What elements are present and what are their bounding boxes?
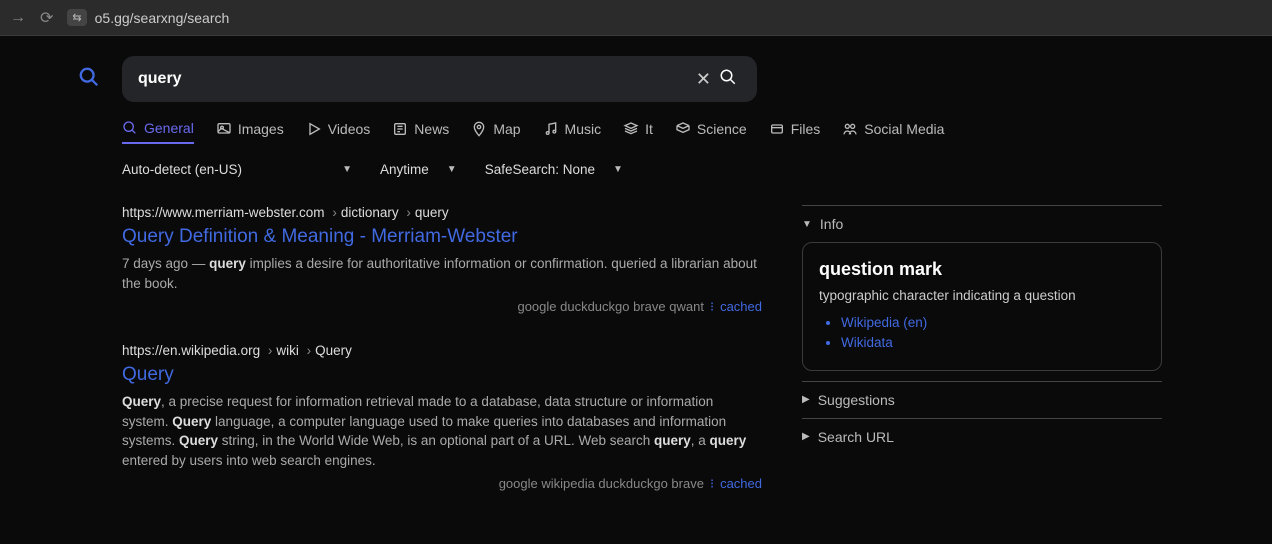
tab-social[interactable]: Social Media <box>842 121 944 143</box>
sidebar-info-header[interactable]: ▼ Info <box>802 216 1162 232</box>
search-box: ✕ <box>122 56 757 102</box>
tab-map[interactable]: Map <box>471 121 520 143</box>
search-result: https://en.wikipedia.org ›wiki ›Query Qu… <box>122 343 762 492</box>
sidebar-label: Search URL <box>818 429 894 445</box>
tab-label: General <box>144 120 194 136</box>
clear-icon[interactable]: ✕ <box>692 65 715 94</box>
sidebar-searchurl-header[interactable]: ▶ Search URL <box>802 429 1162 445</box>
sidebar-info: ▼ Info question mark typographic charact… <box>802 205 1162 381</box>
result-snippet: 7 days ago — query implies a desire for … <box>122 254 762 293</box>
infobox: question mark typographic character indi… <box>802 242 1162 371</box>
result-breadcrumb[interactable]: https://www.merriam-webster.com ›diction… <box>122 205 762 220</box>
search-result: https://www.merriam-webster.com ›diction… <box>122 205 762 315</box>
sidebar-searchurl: ▶ Search URL <box>802 418 1162 455</box>
browser-chrome: → ⟳ ⇆ o5.gg/searxng/search <box>0 0 1272 36</box>
infobox-link[interactable]: Wikidata <box>841 333 1145 353</box>
triangle-right-icon: ▶ <box>802 431 810 442</box>
tab-it[interactable]: It <box>623 121 653 143</box>
filter-time[interactable]: Anytime ▼ <box>380 162 457 177</box>
more-icon[interactable]: ⁝ <box>710 299 714 314</box>
tab-music[interactable]: Music <box>543 121 602 143</box>
tab-label: Science <box>697 121 747 137</box>
result-snippet: Query, a precise request for information… <box>122 392 762 470</box>
results-list: https://www.merriam-webster.com ›diction… <box>122 205 762 520</box>
url-text: o5.gg/searxng/search <box>95 10 230 26</box>
filter-safesearch[interactable]: SafeSearch: None ▼ <box>485 162 623 177</box>
search-input[interactable] <box>138 70 692 88</box>
result-title[interactable]: Query Definition & Meaning - Merriam-Web… <box>122 226 762 248</box>
more-icon[interactable]: ⁝ <box>710 476 714 491</box>
forward-icon[interactable]: → <box>10 9 26 27</box>
result-title[interactable]: Query <box>122 364 762 386</box>
tab-label: Social Media <box>864 121 944 137</box>
cached-link[interactable]: cached <box>720 299 762 314</box>
site-info-icon[interactable]: ⇆ <box>67 9 86 26</box>
result-engines: google duckduckgo brave qwant⁝cached <box>122 299 762 315</box>
tab-label: News <box>414 121 449 137</box>
tab-label: Images <box>238 121 284 137</box>
triangle-down-icon: ▼ <box>802 219 812 230</box>
filter-label: SafeSearch: None <box>485 162 595 177</box>
tab-label: Files <box>791 121 821 137</box>
url-bar[interactable]: ⇆ o5.gg/searxng/search <box>67 9 1262 26</box>
cached-link[interactable]: cached <box>720 476 762 491</box>
infobox-links: Wikipedia (en) Wikidata <box>841 313 1145 354</box>
result-engines: google wikipedia duckduckgo brave⁝cached <box>122 476 762 492</box>
filters: Auto-detect (en-US) ▼ Anytime ▼ SafeSear… <box>122 162 1182 177</box>
tab-news[interactable]: News <box>392 121 449 143</box>
chevron-down-icon: ▼ <box>447 164 457 175</box>
tab-label: Map <box>493 121 520 137</box>
chevron-down-icon: ▼ <box>342 164 352 175</box>
infobox-title: question mark <box>819 259 1145 280</box>
sidebar-suggestions-header[interactable]: ▶ Suggestions <box>802 392 1162 408</box>
filter-language[interactable]: Auto-detect (en-US) ▼ <box>122 162 352 177</box>
tab-general[interactable]: General <box>122 120 194 144</box>
sidebar-label: Suggestions <box>818 392 895 408</box>
page: ✕ General Images Videos News <box>0 36 1272 544</box>
triangle-right-icon: ▶ <box>802 394 810 405</box>
tab-science[interactable]: Science <box>675 121 747 143</box>
result-breadcrumb[interactable]: https://en.wikipedia.org ›wiki ›Query <box>122 343 762 358</box>
tab-label: It <box>645 121 653 137</box>
infobox-link[interactable]: Wikipedia (en) <box>841 313 1145 333</box>
tab-files[interactable]: Files <box>769 121 821 143</box>
filter-label: Anytime <box>380 162 429 177</box>
tab-label: Music <box>565 121 602 137</box>
sidebar: ▼ Info question mark typographic charact… <box>802 205 1162 520</box>
chevron-down-icon: ▼ <box>613 164 623 175</box>
filter-label: Auto-detect (en-US) <box>122 162 242 177</box>
tab-images[interactable]: Images <box>216 121 284 143</box>
tab-videos[interactable]: Videos <box>306 121 371 143</box>
infobox-desc: typographic character indicating a quest… <box>819 288 1145 303</box>
site-logo[interactable] <box>78 66 100 91</box>
sidebar-suggestions: ▶ Suggestions <box>802 381 1162 418</box>
tab-label: Videos <box>328 121 371 137</box>
reload-icon[interactable]: ⟳ <box>40 8 53 28</box>
sidebar-label: Info <box>820 216 843 232</box>
category-tabs: General Images Videos News Map Music <box>122 120 1182 144</box>
search-icon[interactable] <box>715 64 741 95</box>
